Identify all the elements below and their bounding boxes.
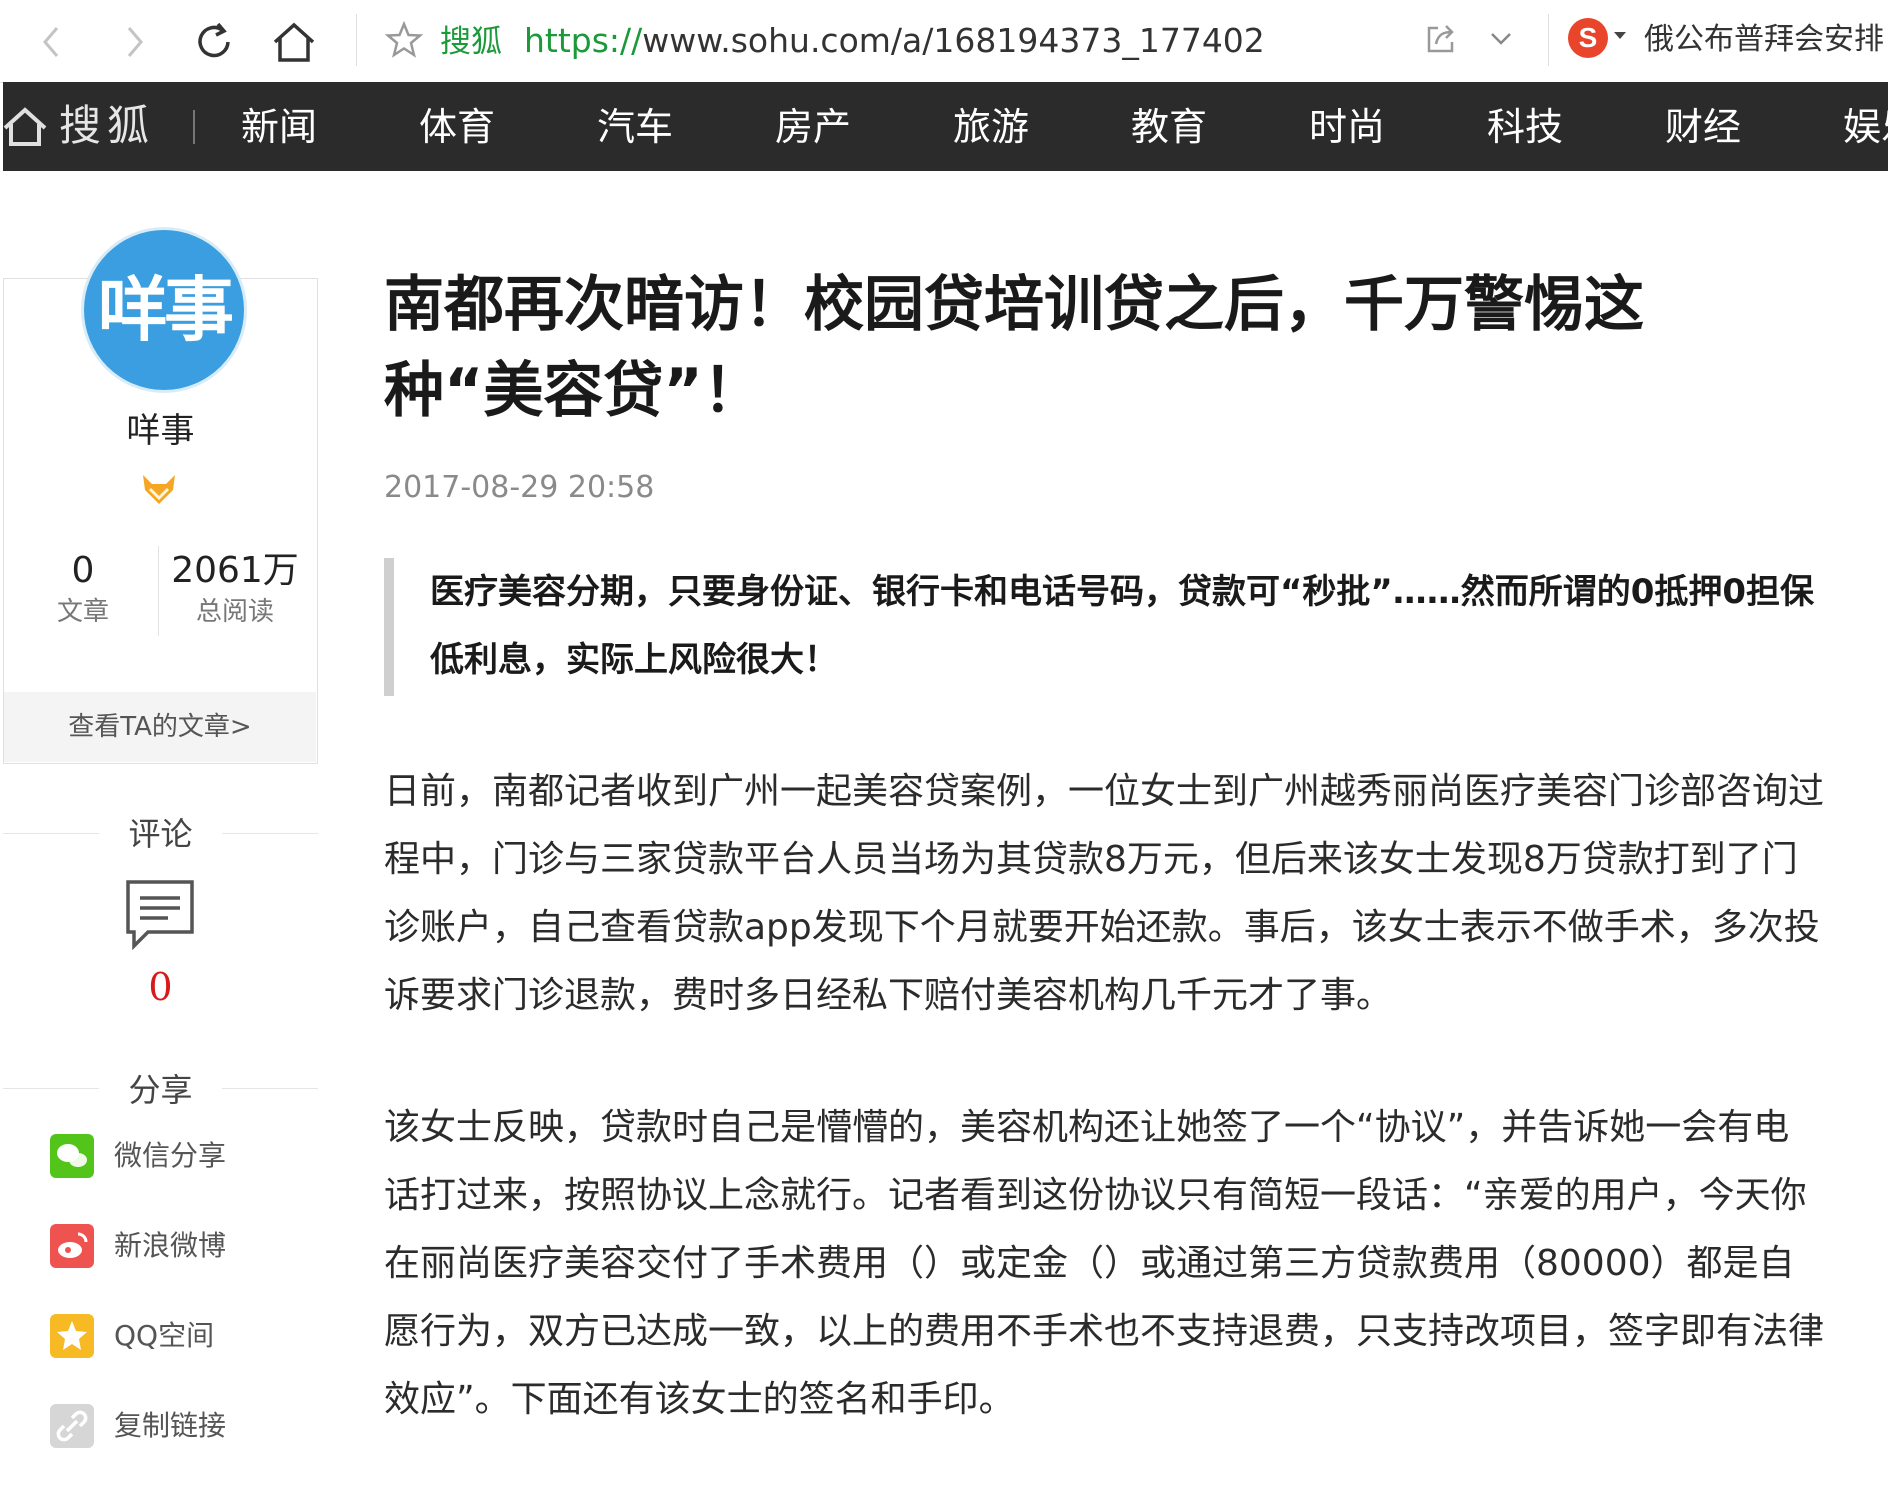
bookmark-star-icon[interactable]	[384, 20, 424, 60]
article-paragraph: 日前，南都记者收到广州一起美容贷案例，一位女士到广州越秀丽尚医疗美容门诊部咨询过…	[384, 771, 1825, 1016]
article-title: 南都再次暗访！校园贷培训贷之后，千万警惕这种“美容贷”！	[384, 270, 1644, 426]
toolbar-separator	[356, 14, 357, 66]
home-button[interactable]	[268, 16, 320, 68]
stat-divider	[158, 546, 159, 636]
view-author-articles-link[interactable]: 查看TA的文章>	[4, 692, 316, 762]
site-nav-bar: 搜狐 新闻 体育 汽车 房产 旅游 教育 时尚 科技 财经 娱乐	[3, 82, 1888, 171]
divider	[222, 833, 318, 834]
comments-heading: 评论	[128, 815, 193, 853]
nav-item-fashion[interactable]: 时尚	[1309, 104, 1385, 150]
copy-link-label: 复制链接	[114, 1409, 227, 1442]
reload-button[interactable]	[188, 16, 240, 68]
article-count: 0	[71, 550, 95, 591]
link-icon	[50, 1404, 94, 1448]
back-button[interactable]	[26, 16, 78, 68]
article-lead-quote: 医疗美容分期，只要身份证、银行卡和电话号码，贷款可“秒批”……然而所谓的0抵押0…	[384, 558, 1824, 696]
nav-item-tech[interactable]: 科技	[1487, 104, 1563, 150]
total-reads-label: 总阅读	[195, 597, 274, 627]
publish-time: 2017-08-29 20:58	[384, 470, 655, 505]
home-icon[interactable]	[3, 104, 47, 148]
nav-item-finance[interactable]: 财经	[1665, 104, 1741, 150]
nav-divider	[193, 110, 195, 144]
toolbar-separator	[1548, 14, 1549, 66]
forward-arrow-icon	[127, 27, 143, 57]
share-wechat-label: 微信分享	[114, 1139, 227, 1172]
back-arrow-icon	[43, 27, 59, 57]
caret-down-icon[interactable]	[1614, 32, 1626, 39]
share-heading: 分享	[128, 1071, 193, 1109]
share-page-icon[interactable]	[1424, 22, 1458, 56]
sogou-search-icon[interactable]: S	[1568, 18, 1608, 58]
hot-search-query[interactable]: 俄公布普拜会安排	[1644, 18, 1884, 62]
comment-count[interactable]: 0	[3, 962, 318, 1012]
author-avatar[interactable]: 咩事	[84, 230, 244, 390]
nav-item-news[interactable]: 新闻	[241, 104, 317, 150]
comment-icon[interactable]	[124, 878, 196, 952]
chevron-down-icon[interactable]	[1488, 26, 1514, 52]
article-paragraph: 该女士反映，贷款时自己是懵懵的，美容机构还让她签了一个“协议”，并告诉她一会有电…	[384, 1107, 1825, 1420]
url-path: www.sohu.com/a/168194373_177402	[642, 21, 1265, 60]
divider	[222, 1088, 318, 1089]
article-count-stat: 0 文章	[8, 548, 158, 630]
nav-item-house[interactable]: 房产	[775, 104, 851, 150]
address-site-name: 搜狐	[440, 24, 502, 60]
nav-item-entertainment[interactable]: 娱乐	[1843, 104, 1888, 150]
sohu-logo[interactable]: 搜狐	[59, 100, 155, 152]
wechat-icon	[50, 1134, 94, 1178]
weibo-icon	[50, 1224, 94, 1268]
author-name[interactable]: 咩事	[3, 408, 318, 454]
share-weibo-label: 新浪微博	[114, 1229, 227, 1262]
browser-toolbar: 搜狐 https://www.sohu.com/a/168194373_1774…	[0, 0, 1888, 83]
home-icon	[273, 22, 315, 62]
address-bar-url[interactable]: https://www.sohu.com/a/168194373_177402	[524, 18, 1265, 64]
nav-item-education[interactable]: 教育	[1131, 104, 1207, 150]
total-reads-stat: 2061万 总阅读	[160, 548, 310, 630]
fox-badge-icon	[143, 475, 175, 504]
total-reads: 2061万	[171, 550, 299, 591]
nav-item-sports[interactable]: 体育	[419, 104, 495, 150]
reload-icon	[198, 22, 230, 58]
article-count-label: 文章	[56, 597, 109, 627]
url-scheme: https://	[524, 21, 643, 60]
forward-button[interactable]	[108, 16, 160, 68]
share-qzone-label: QQ空间	[114, 1319, 215, 1352]
qzone-icon	[50, 1314, 94, 1358]
nav-item-auto[interactable]: 汽车	[597, 104, 673, 150]
nav-item-travel[interactable]: 旅游	[953, 104, 1029, 150]
